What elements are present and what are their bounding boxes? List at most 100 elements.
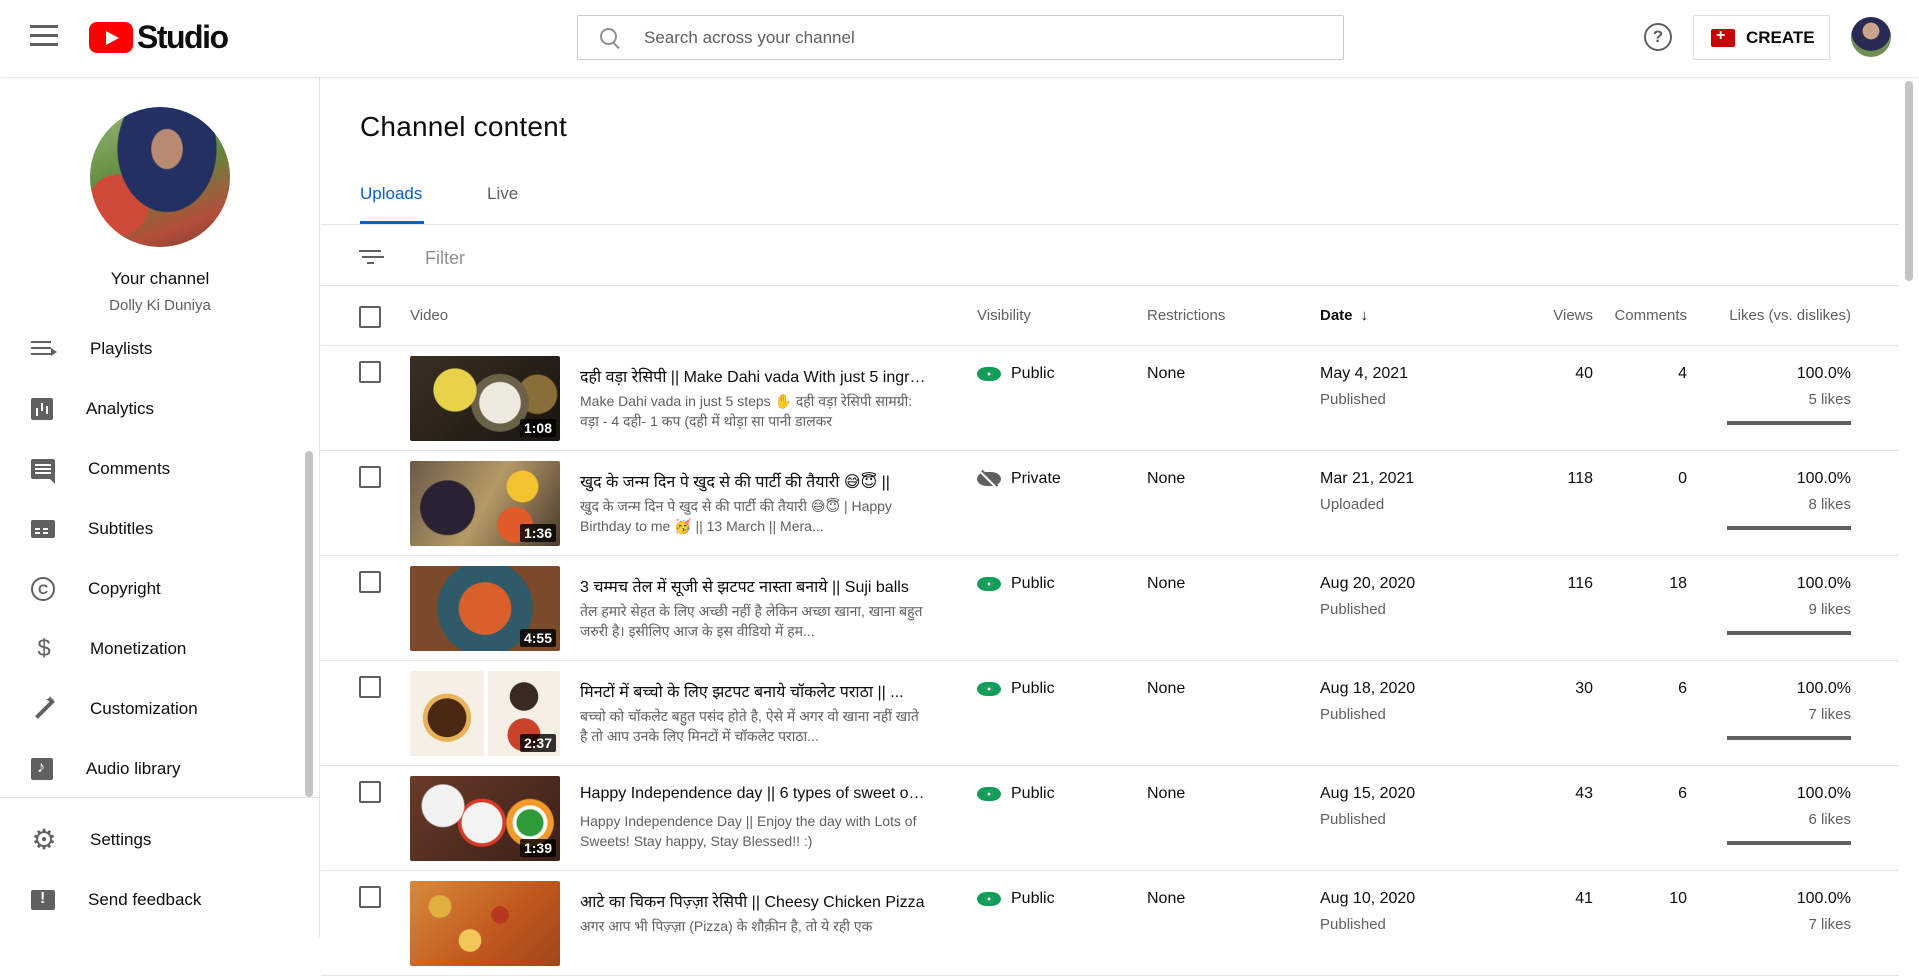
filter-icon-line (363, 256, 377, 258)
sidebar-item-audio-library[interactable]: Audio library (0, 745, 300, 793)
help-icon[interactable]: ? (1644, 23, 1672, 51)
sidebar-item-settings[interactable]: ⚙ Settings (0, 816, 300, 864)
table-row[interactable]: 1:39 Happy Independence day || 6 types o… (321, 766, 1899, 871)
sidebar-item-comments[interactable]: Comments (0, 445, 300, 493)
visibility-label: Private (1011, 470, 1061, 487)
video-duration: 1:08 (519, 419, 556, 437)
likes-percent: 100.0% (1796, 785, 1851, 802)
video-description: अगर आप भी पिज़्ज़ा (Pizza) के शौक़ीन है,… (580, 918, 873, 934)
sidebar-item-copyright[interactable]: C Copyright (0, 565, 300, 613)
row-checkbox[interactable] (359, 466, 381, 488)
video-status: Published (1320, 391, 1386, 408)
column-header-date[interactable]: Date ↓ (1320, 307, 1368, 324)
video-date: Mar 21, 2021 (1320, 470, 1415, 487)
likes-percent: 100.0% (1796, 575, 1851, 592)
sidebar-scrollbar[interactable] (305, 451, 313, 797)
filter-input[interactable] (425, 243, 1625, 273)
visibility-label: Public (1011, 890, 1055, 907)
create-button[interactable]: CREATE (1693, 15, 1830, 60)
video-thumbnail[interactable]: 4:55 (410, 566, 560, 651)
sidebar-item-label: Comments (88, 459, 171, 478)
video-thumbnail[interactable]: 1:36 (410, 461, 560, 546)
sidebar-item-label: Customization (90, 699, 198, 718)
table-row[interactable]: 2:37 मिनटों में बच्चो के लिए झटपट बनाये … (321, 661, 1899, 766)
visibility-dropdown[interactable]: Public (977, 575, 1055, 593)
column-header-views: Views (1553, 307, 1593, 324)
select-all-checkbox[interactable] (359, 306, 381, 328)
sidebar-item-playlists[interactable]: Playlists (0, 325, 300, 373)
playlist-icon (31, 337, 57, 361)
channel-avatar[interactable] (90, 107, 230, 247)
likes-count: 8 likes (1808, 496, 1851, 513)
account-avatar[interactable] (1851, 17, 1891, 57)
row-checkbox[interactable] (359, 676, 381, 698)
column-header-comments: Comments (1614, 307, 1687, 324)
row-checkbox[interactable] (359, 886, 381, 908)
tab-uploads[interactable]: Uploads (360, 184, 422, 204)
comments-count[interactable]: 4 (1678, 365, 1687, 383)
visibility-dropdown[interactable]: Public (977, 785, 1055, 803)
youtube-studio-logo[interactable]: Studio (89, 19, 229, 56)
logo-text: Studio (137, 19, 229, 55)
eye-icon (977, 682, 1001, 696)
video-thumbnail[interactable]: 1:39 (410, 776, 560, 861)
sidebar-item-send-feedback[interactable]: Send feedback (0, 876, 300, 924)
sidebar-item-label: Playlists (90, 339, 153, 358)
gear-icon: ⚙ (31, 824, 57, 855)
search-icon[interactable] (598, 26, 622, 50)
row-checkbox[interactable] (359, 361, 381, 383)
likes-count: 7 likes (1808, 916, 1851, 933)
sidebar-item-monetization[interactable]: $ Monetization (0, 625, 300, 673)
comments-count[interactable]: 0 (1678, 470, 1687, 488)
visibility-dropdown[interactable]: Private (977, 470, 1061, 488)
comments-count[interactable]: 6 (1678, 785, 1687, 803)
comments-count[interactable]: 10 (1669, 890, 1687, 908)
views-count: 118 (1567, 470, 1593, 487)
comments-count[interactable]: 18 (1669, 575, 1687, 593)
video-title[interactable]: आटे का चिकन पिज़्ज़ा रेसिपी || Cheesy Ch… (580, 890, 926, 912)
likes-count: 5 likes (1808, 391, 1851, 408)
menu-icon[interactable] (30, 25, 58, 49)
sidebar-item-label: Send feedback (88, 890, 202, 909)
table-row[interactable]: 4:55 3 चम्मच तेल में सूजी से झटपट नास्ता… (321, 556, 1899, 661)
search-box[interactable] (577, 15, 1344, 60)
table-row[interactable]: 1:36 खुद के जन्म दिन पे खुद से की पार्टी… (321, 451, 1899, 556)
comments-count[interactable]: 6 (1678, 680, 1687, 698)
page-title: Channel content (360, 111, 567, 142)
video-status: Uploaded (1320, 496, 1385, 513)
video-description: Make Dahi vada in just 5 steps ✋ दही वड़… (580, 393, 913, 429)
video-title[interactable]: मिनटों में बच्चो के लिए झटपट बनाये चॉकले… (580, 680, 926, 702)
visibility-label: Public (1011, 680, 1055, 697)
column-header-visibility: Visibility (977, 307, 1031, 324)
copyright-icon: C (31, 577, 55, 601)
channel-name: Dolly Ki Duniya (109, 297, 211, 314)
video-thumbnail[interactable] (410, 881, 560, 966)
table-row[interactable]: आटे का चिकन पिज़्ज़ा रेसिपी || Cheesy Ch… (321, 871, 1899, 976)
visibility-dropdown[interactable]: Public (977, 365, 1055, 383)
sidebar-item-analytics[interactable]: Analytics (0, 385, 300, 433)
search-input[interactable] (644, 27, 1284, 48)
video-title[interactable]: Happy Independence day || 6 types of swe… (580, 785, 926, 803)
divider (321, 224, 1899, 225)
video-thumbnail[interactable]: 2:37 (410, 671, 560, 756)
visibility-dropdown[interactable]: Public (977, 890, 1055, 908)
table-row[interactable]: 1:08 दही वड़ा रेसिपी || Make Dahi vada W… (321, 346, 1899, 451)
tab-live[interactable]: Live (487, 184, 518, 204)
content-scrollbar[interactable] (1905, 81, 1913, 281)
video-title[interactable]: 3 चम्मच तेल में सूजी से झटपट नास्ता बनाय… (580, 575, 926, 597)
sidebar-item-customization[interactable]: Customization (0, 685, 300, 733)
video-title[interactable]: खुद के जन्म दिन पे खुद से की पार्टी की त… (580, 470, 926, 492)
column-header-likes: Likes (vs. dislikes) (1729, 307, 1851, 324)
column-header-date-label: Date (1320, 307, 1353, 324)
video-thumbnail[interactable]: 1:08 (410, 356, 560, 441)
row-checkbox[interactable] (359, 571, 381, 593)
visibility-dropdown[interactable]: Public (977, 680, 1055, 698)
views-count: 40 (1575, 365, 1593, 382)
row-checkbox[interactable] (359, 781, 381, 803)
restrictions-value: None (1147, 890, 1186, 907)
audio-library-icon (31, 758, 53, 780)
views-count: 116 (1567, 575, 1593, 592)
sidebar-item-subtitles[interactable]: Subtitles (0, 505, 300, 553)
comments-icon (31, 459, 55, 484)
video-title[interactable]: दही वड़ा रेसिपी || Make Dahi vada With j… (580, 365, 926, 387)
